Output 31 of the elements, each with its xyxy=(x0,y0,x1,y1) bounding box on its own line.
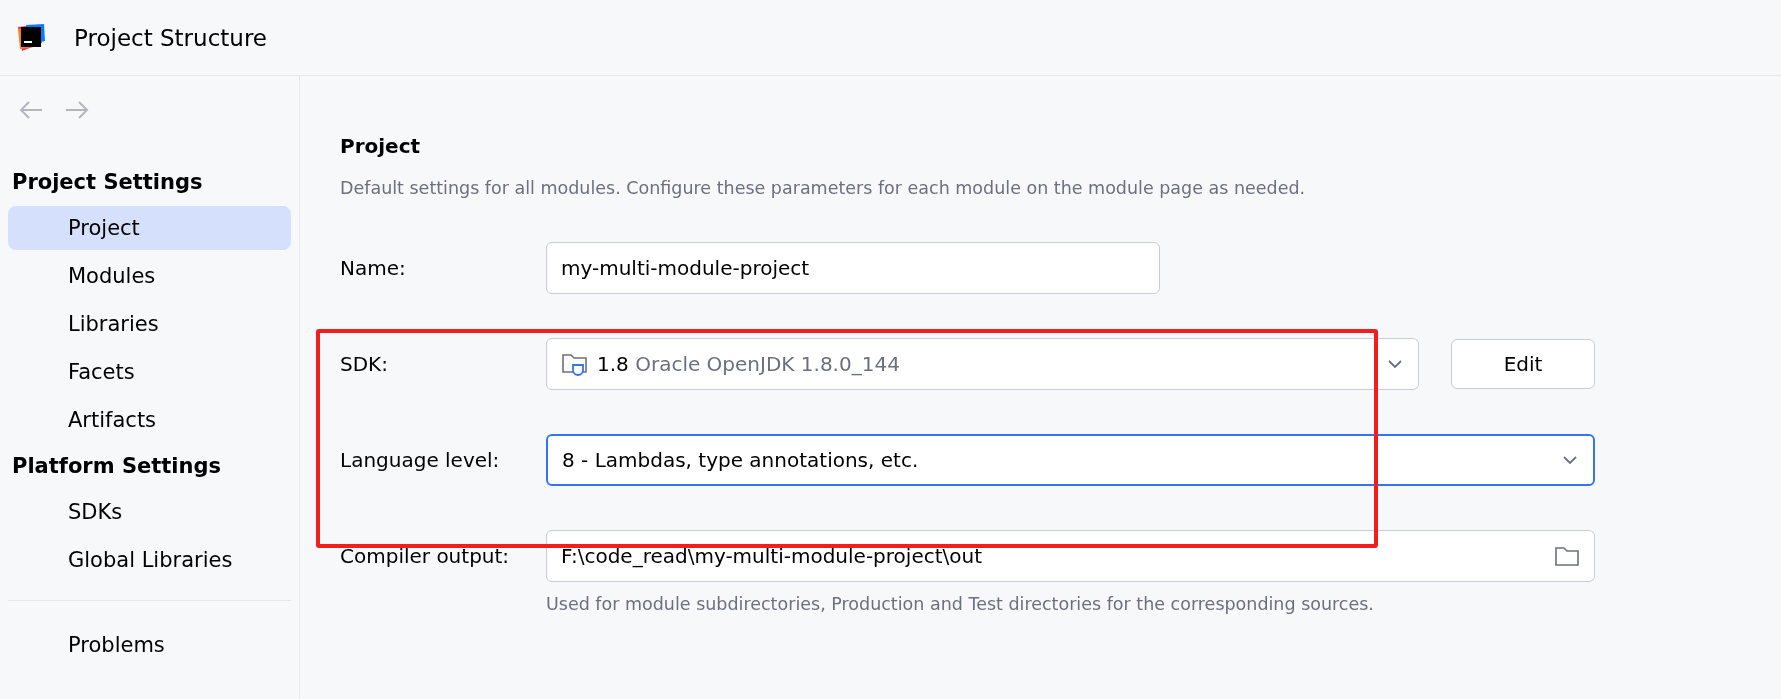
field-label: Compiler output: xyxy=(340,544,511,568)
folder-icon[interactable] xyxy=(1554,545,1580,567)
help-text: Used for module subdirectories, Production and Test directories for the corresponding sources. xyxy=(546,594,1375,614)
sidebar-item[interactable]: Modules xyxy=(8,254,291,298)
back-arrow-icon[interactable] xyxy=(18,100,44,120)
window-title: Project Structure xyxy=(74,24,267,51)
compiler-output-field[interactable]: F:\code_read\my-multi-module-project\out xyxy=(546,530,1595,582)
sidebar-item[interactable]: Artifacts xyxy=(8,398,291,442)
sidebar-item[interactable]: SDKs xyxy=(8,490,291,534)
field-label: Name: xyxy=(340,256,407,280)
folder-cup-icon xyxy=(561,351,589,377)
edit-button[interactable]: Edit xyxy=(1451,339,1595,389)
name-input-field[interactable]: my-multi-module-project xyxy=(546,242,1160,294)
sdk-value: 1.8 Oracle OpenJDK 1.8.0_144 xyxy=(597,352,900,376)
sidebar-item[interactable]: Global Libraries xyxy=(8,538,291,582)
section-header: Project Settings xyxy=(11,169,204,196)
chevron-down-icon xyxy=(1386,358,1404,370)
forward-arrow-icon[interactable] xyxy=(64,100,90,120)
sdk-dropdown[interactable]: 1.8 Oracle OpenJDK 1.8.0_144 xyxy=(546,338,1419,390)
app-logo-icon xyxy=(16,22,46,53)
sidebar-item[interactable]: Facets xyxy=(8,350,291,394)
section-title: Project xyxy=(340,134,421,158)
field-label: Language level: xyxy=(340,448,501,472)
sidebar-item[interactable]: Problems xyxy=(8,623,291,667)
field-label: SDK: xyxy=(340,352,389,376)
chevron-down-icon xyxy=(1561,454,1579,466)
section-header: Platform Settings xyxy=(11,453,223,480)
language-level-dropdown[interactable]: 8 - Lambdas, type annotations, etc. xyxy=(546,434,1595,486)
sidebar-item[interactable]: Project xyxy=(8,206,291,250)
sidebar-item[interactable]: Libraries xyxy=(8,302,291,346)
section-description: Default settings for all modules. Configure these parameters for each module on the module page as needed. xyxy=(340,178,1307,198)
